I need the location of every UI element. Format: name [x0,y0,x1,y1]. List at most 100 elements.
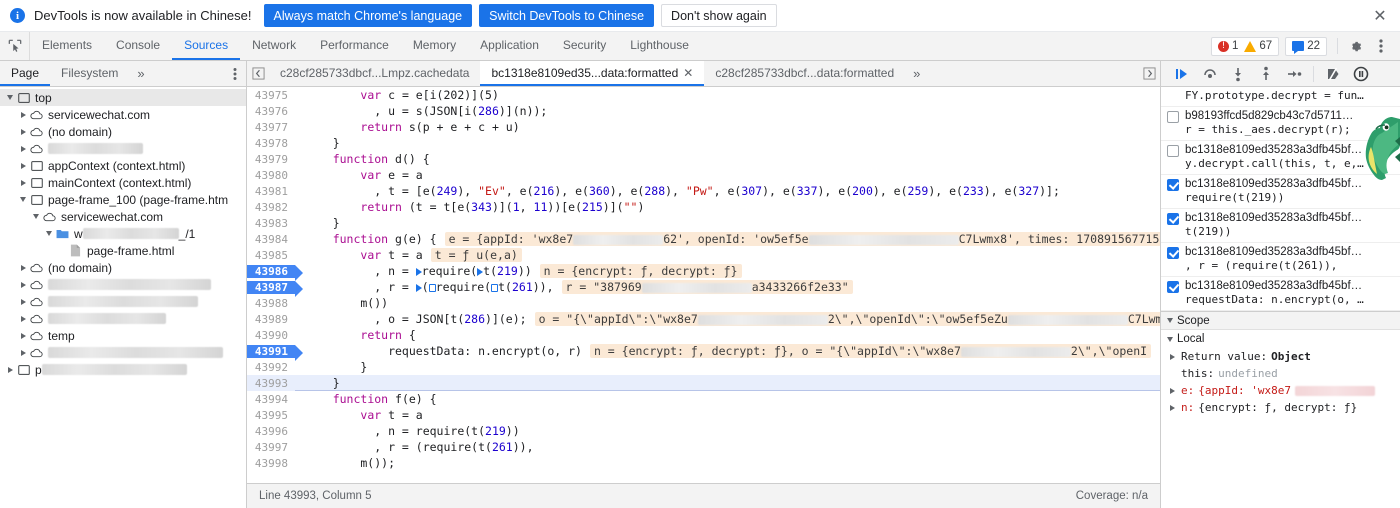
code-line[interactable]: 43995 var t = a [247,407,1160,423]
tree-node[interactable]: servicewechat.com [0,106,246,123]
line-number[interactable]: 43990 [247,328,295,342]
expand-marker-outline-icon[interactable] [491,283,499,292]
code-line[interactable]: 43997 , r = (require(t(261)), [247,439,1160,455]
line-number[interactable]: 43983 [247,216,295,230]
breakpoint-item[interactable]: bc1318e8109ed35283a3dfb45bf… require(t(21… [1161,175,1400,209]
line-number[interactable]: 43991 [247,344,303,361]
line-number[interactable]: 43996 [247,424,295,438]
line-number[interactable]: 43979 [247,152,295,166]
tree-node[interactable]: (no domain) [0,123,246,140]
code-line[interactable]: 43982 return (t = t[e(343)](1, 11))[e(21… [247,199,1160,215]
code-line-breakpoint[interactable]: 43986 , n = require(t(219)) n = {encrypt:… [247,263,1160,281]
step-into-next-function-call-icon[interactable] [1225,62,1251,86]
scope-variable-row[interactable]: Return value: Object [1161,348,1400,365]
tab-performance[interactable]: Performance [308,32,401,60]
tab-security[interactable]: Security [551,32,618,60]
tab-application[interactable]: Application [468,32,551,60]
tab-lighthouse[interactable]: Lighthouse [618,32,701,60]
line-number[interactable]: 43984 [247,232,295,246]
tab-scroll-right-icon[interactable] [1138,61,1160,86]
tree-node[interactable] [0,293,246,310]
line-number[interactable]: 43981 [247,184,295,198]
line-number[interactable]: 43989 [247,312,295,326]
line-number[interactable]: 43987 [247,280,303,297]
expand-marker-outline-icon[interactable] [428,283,436,292]
tab-network[interactable]: Network [240,32,308,60]
line-number[interactable]: 43978 [247,136,295,150]
pause-on-exceptions-icon[interactable] [1348,62,1374,86]
scope-variable-row[interactable]: e: {appId: 'wx8e7 [1161,382,1400,399]
tree-node[interactable]: page-frame.html [0,242,246,259]
chevron-right-icon[interactable] [4,366,16,373]
chevron-right-icon[interactable] [1167,353,1177,360]
expand-marker-icon[interactable] [477,267,484,276]
breakpoint-checkbox[interactable] [1167,213,1179,225]
code-line-breakpoint[interactable]: 43987 , r = (require(t(261)), r = "387969… [247,279,1160,297]
line-number[interactable]: 43980 [247,168,295,182]
code-line[interactable]: 43977 return s(p + e + c + u) [247,119,1160,135]
code-line[interactable]: 43989 , o = JSON[t(286)](e); o = "{\"appI… [247,311,1160,327]
scope-section-header[interactable]: Scope [1161,311,1400,330]
breakpoint-item[interactable]: bc1318e8109ed35283a3dfb45bf…, r = (requi… [1161,243,1400,277]
tree-node[interactable]: page-frame_100 (page-frame.htm [0,191,246,208]
code-line[interactable]: 43975 var c = e[i(202)](5) [247,87,1160,103]
code-line[interactable]: 43978 } [247,135,1160,151]
breakpoint-checkbox[interactable] [1167,111,1179,123]
line-number[interactable]: 43992 [247,360,295,374]
chevron-right-icon[interactable] [1167,387,1177,394]
tree-node[interactable]: mainContext (context.html) [0,174,246,191]
breakpoint-checkbox[interactable] [1167,281,1179,293]
code-line-current[interactable]: 43993 } [247,375,1160,391]
line-number[interactable]: 43988 [247,296,295,310]
step-over-next-function-call-icon[interactable] [1197,62,1223,86]
chevron-down-icon[interactable] [43,231,55,236]
chevron-right-icon[interactable] [17,349,29,356]
tab-scroll-left-icon[interactable] [247,61,269,86]
tree-node[interactable]: p [0,361,246,378]
chevron-right-icon[interactable] [17,128,29,135]
code-line[interactable]: 43996 , n = require(t(219)) [247,423,1160,439]
breakpoint-item[interactable]: bc1318e8109ed35283a3dfb45bf… t(219)) [1161,209,1400,243]
breakpoint-checkbox[interactable] [1167,247,1179,259]
tree-node[interactable]: w _/1 [0,225,246,242]
navigator-tab-filesystem[interactable]: Filesystem [50,61,129,86]
code-line[interactable]: 43990 return { [247,327,1160,343]
breakpoint-item[interactable]: bc1318e8109ed35283a3dfb45bf… y.decrypt.ca… [1161,141,1400,175]
line-number[interactable]: 43975 [247,88,295,102]
line-number[interactable]: 43995 [247,408,295,422]
code-line[interactable]: 43992 } [247,359,1160,375]
tab-console[interactable]: Console [104,32,172,60]
code-line[interactable]: 43980 var e = a [247,167,1160,183]
switch-devtools-to-chinese-button[interactable]: Switch DevTools to Chinese [479,4,655,27]
navigator-tab-page[interactable]: Page [0,61,51,86]
deactivate-breakpoints-icon[interactable] [1320,62,1346,86]
breakpoints-list[interactable]: FY.prototype.decrypt = fun… b98193ffcd5d8… [1161,87,1400,311]
scope-variable-row[interactable]: this: undefined [1161,365,1400,382]
line-number[interactable]: 43982 [247,200,295,214]
breakpoint-checkbox[interactable] [1167,179,1179,191]
code-line[interactable]: 43994 function f(e) { [247,391,1160,407]
expand-marker-icon[interactable] [415,267,422,276]
line-number[interactable]: 43976 [247,104,295,118]
code-editor[interactable]: 43975 var c = e[i(202)](5) 43976 , u = s(… [247,87,1160,483]
tree-node[interactable] [0,310,246,327]
breakpoint-checkbox[interactable] [1167,145,1179,157]
code-line[interactable]: 43976 , u = s(JSON[i(286)](n)); [247,103,1160,119]
line-number[interactable]: 43985 [247,248,295,262]
chevron-right-icon[interactable] [17,145,29,152]
tab-memory[interactable]: Memory [401,32,468,60]
gear-icon[interactable] [1342,33,1368,59]
line-number[interactable]: 43998 [247,456,295,470]
messages-counter[interactable]: 22 [1285,36,1327,56]
step-icon[interactable] [1281,62,1307,86]
chevron-right-icon[interactable] [17,332,29,339]
line-number[interactable]: 43993 [247,376,295,390]
close-icon[interactable]: ✕ [1372,7,1388,24]
chevron-down-icon[interactable] [4,95,16,100]
code-line[interactable]: 43984 function g(e) {e = {appId: 'wx8e7 6… [247,231,1160,247]
code-line-breakpoint[interactable]: 43991 requestData: n.encrypt(o, r) n = {e… [247,343,1160,361]
scope-variables[interactable]: Return value: Object this: undefined e: {a… [1161,348,1400,416]
editor-tab-close-icon[interactable]: ✕ [683,66,693,80]
tab-elements[interactable]: Elements [30,32,104,60]
kebab-menu-icon[interactable] [1368,33,1394,59]
